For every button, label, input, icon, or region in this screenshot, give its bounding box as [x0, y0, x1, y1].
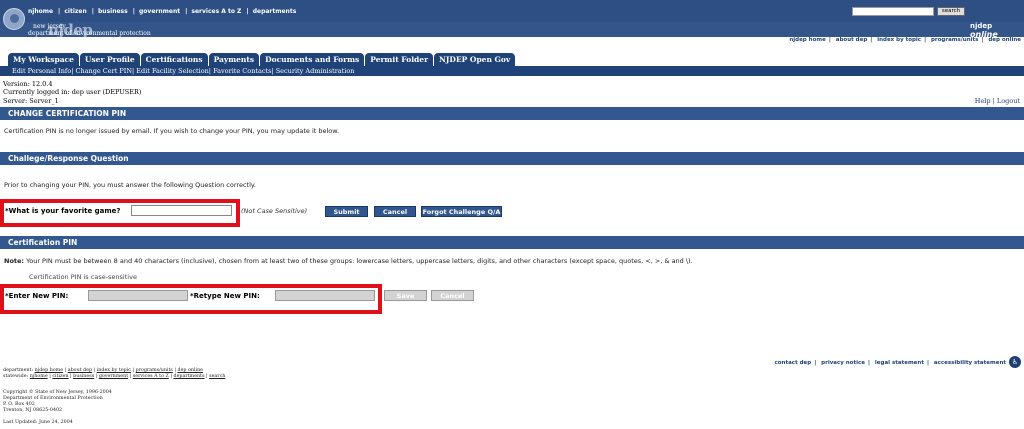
cancel-pin-button[interactable]: Cancel	[431, 290, 474, 301]
server-text: Server: Server_1	[3, 97, 59, 105]
separator: |	[58, 8, 61, 15]
main-tabs: My Workspace User Profile Certifications Pa…	[8, 53, 516, 66]
tab-user-profile[interactable]: User Profile	[79, 53, 140, 66]
topnav-business[interactable]: business	[98, 8, 128, 15]
footer-accessibility-statement[interactable]: accessibility statement	[934, 360, 1006, 366]
subnav-edit-facility-selection[interactable]: Edit Facility Selection	[136, 67, 209, 75]
topnav-services[interactable]: services A to Z	[191, 8, 241, 15]
util-njdep-home[interactable]: njdep home	[789, 37, 825, 43]
separator: |	[814, 360, 817, 366]
footer-dept-index-by-topic[interactable]: index by topic	[97, 368, 131, 373]
note-text: Your PIN must be between 8 and 40 charac…	[26, 257, 693, 265]
separator: |	[924, 37, 927, 43]
footer-department-links: department: njdep home | about dep | ind…	[3, 368, 203, 373]
footer-dept-njdep-home[interactable]: njdep home	[35, 368, 63, 373]
version-text: Version: 12.0.4	[3, 80, 53, 88]
question-label: *What is your favorite game?	[5, 207, 121, 215]
change-pin-description: Certification PIN is no longer issued by…	[4, 127, 340, 135]
note-label: Note:	[4, 257, 25, 265]
footer-dept-dep-online[interactable]: dep online	[178, 368, 203, 373]
help-logout-links: Help | Logout	[974, 97, 1020, 105]
tab-my-workspace[interactable]: My Workspace	[8, 53, 79, 66]
footer-state-search[interactable]: search	[209, 374, 225, 379]
logo-department-text: department of environmental protection	[28, 30, 151, 37]
footer-legal-statement[interactable]: legal statement	[875, 360, 924, 366]
save-button[interactable]: Save	[384, 290, 427, 301]
department-label: department:	[3, 368, 34, 373]
forgot-challenge-button[interactable]: Forgot Challenge Q/A	[421, 206, 502, 217]
footer-links: contact dep | privacy notice | legal state…	[775, 360, 1006, 366]
subnav-edit-personal-info[interactable]: Edit Personal Info	[12, 67, 71, 75]
topnav-njhome[interactable]: njhome	[28, 8, 53, 15]
challenge-description: Prior to changing your PIN, you must ans…	[4, 181, 256, 189]
footer-state-departments[interactable]: departments	[174, 374, 205, 379]
cancel-challenge-button[interactable]: Cancel	[374, 206, 416, 217]
search-button[interactable]: search	[937, 7, 965, 16]
search-input[interactable]	[852, 7, 934, 16]
new-pin-input[interactable]	[88, 290, 188, 301]
separator: |	[867, 360, 870, 366]
separator: |	[981, 37, 984, 43]
case-hint: (Not Case Sensitive)	[241, 207, 308, 215]
po-box: P. O. Box 402	[3, 402, 35, 407]
accessibility-icon[interactable]: ♿	[1009, 356, 1021, 368]
separator: |	[132, 8, 135, 15]
copyright-text: Copyright © State of New Jersey, 1996-20…	[3, 390, 112, 395]
topnav-citizen[interactable]: citizen	[64, 8, 86, 15]
topnav-departments[interactable]: departments	[253, 8, 297, 15]
util-dep-online[interactable]: dep online	[988, 37, 1021, 43]
footer-statewide-links: statewide: njhome | citizen | business |…	[3, 374, 226, 379]
top-nav-links: njhome | citizen | business | government | s…	[28, 8, 298, 15]
separator: |	[91, 8, 94, 15]
section-title-change-pin: CHANGE CERTIFICATION PIN	[0, 107, 1024, 120]
department-name: Department of Environmental Protection	[3, 396, 103, 401]
challenge-answer-input[interactable]	[131, 205, 232, 216]
footer-state-njhome[interactable]: njhome	[30, 374, 48, 379]
footer-contact-dep[interactable]: contact dep	[775, 360, 812, 366]
separator: |	[828, 37, 831, 43]
last-updated: Last Updated: June 24, 2004	[3, 420, 73, 425]
separator: |	[870, 37, 873, 43]
footer-privacy-notice[interactable]: privacy notice	[821, 360, 865, 366]
retype-pin-label: *Retype New PIN:	[190, 292, 260, 300]
separator: |	[246, 8, 249, 15]
city-address: Trenton, NJ 08625-0402	[3, 408, 63, 413]
submit-button[interactable]: Submit	[325, 206, 368, 217]
tab-documents-forms[interactable]: Documents and Forms	[260, 53, 365, 66]
subnav-security-administration[interactable]: Security Administration	[276, 67, 355, 75]
footer-dept-about-dep[interactable]: about dep	[68, 368, 92, 373]
new-pin-label: *Enter New PIN:	[5, 292, 69, 300]
footer-state-government[interactable]: government	[99, 374, 128, 379]
tab-payments[interactable]: Payments	[208, 53, 260, 66]
sub-navigation: Edit Personal Info| Change Cert PIN| Edi…	[12, 67, 355, 75]
separator: |	[926, 360, 929, 366]
nj-seal-icon	[3, 8, 25, 30]
tab-certifications[interactable]: Certifications	[140, 53, 208, 66]
util-index-by-topic[interactable]: index by topic	[877, 37, 921, 43]
separator: |	[185, 8, 188, 15]
footer-state-business[interactable]: business	[73, 374, 94, 379]
logo-state-text: new jersey	[33, 23, 66, 30]
footer-state-citizen[interactable]: citizen	[52, 374, 68, 379]
footer-state-services[interactable]: services A to Z	[133, 374, 169, 379]
statewide-label: statewide:	[3, 374, 29, 379]
util-about-dep[interactable]: about dep	[836, 37, 868, 43]
logout-link[interactable]: Logout	[997, 97, 1020, 105]
logged-in-text: Currently logged in: dep user (DEPUSER)	[3, 88, 142, 96]
help-link[interactable]: Help	[975, 97, 991, 105]
utility-links: njdep home | about dep | index by topic | p…	[789, 37, 1021, 43]
topnav-government[interactable]: government	[139, 8, 180, 15]
tab-njdep-open-gov[interactable]: NJDEP Open Gov	[434, 53, 516, 66]
subnav-change-cert-pin[interactable]: Change Cert PIN	[76, 67, 133, 75]
subnav-favorite-contacts[interactable]: Favorite Contacts	[213, 67, 271, 75]
online-prefix: njdep	[970, 22, 993, 30]
util-programs-units[interactable]: programs/units	[931, 37, 978, 43]
section-title-certification-pin: Certification PIN	[0, 236, 1024, 249]
case-sensitive-note: Certification PIN is case-sensitive	[29, 273, 137, 281]
tab-permit-folder[interactable]: Permit Folder	[365, 53, 434, 66]
section-title-challenge: Challege/Response Question	[0, 152, 1024, 165]
footer-dept-programs-units[interactable]: programs/units	[136, 368, 173, 373]
pin-note: Note: Your PIN must be between 8 and 40 …	[4, 257, 693, 265]
retype-pin-input[interactable]	[275, 290, 375, 301]
